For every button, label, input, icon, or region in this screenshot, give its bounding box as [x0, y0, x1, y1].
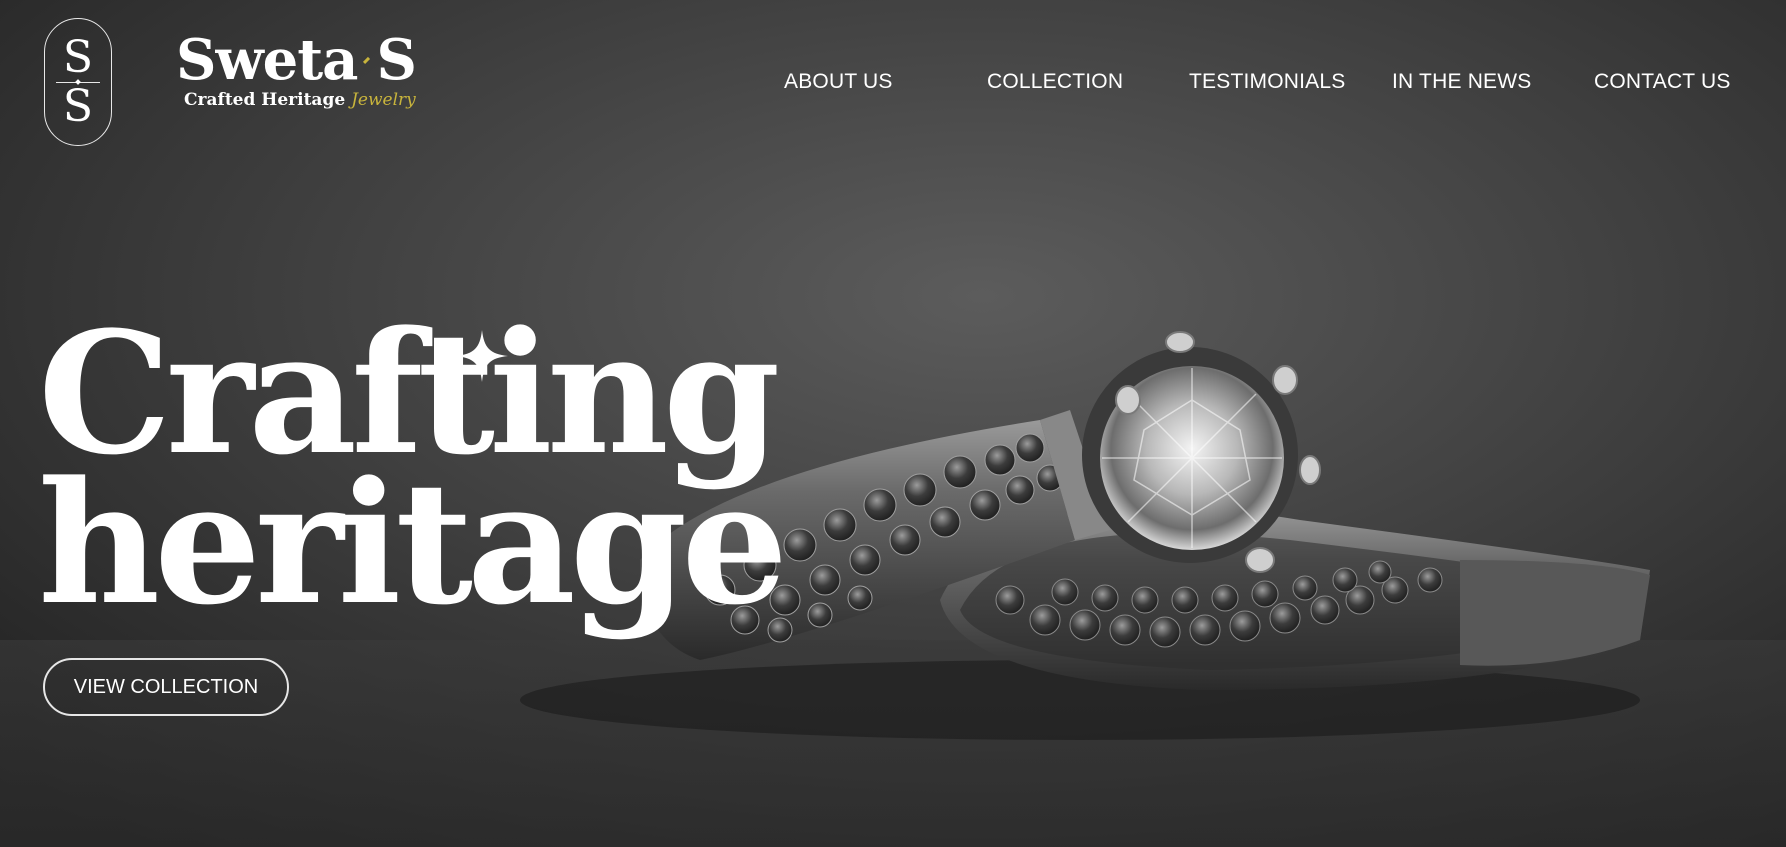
sparkle-icon: [456, 330, 508, 382]
nav-in-the-news[interactable]: IN THE NEWS: [1392, 70, 1532, 94]
hero-section: S S Sweta S Crafted Heritage Jewelry ABO…: [0, 0, 1786, 847]
main-nav: ABOUT US COLLECTION TESTIMONIALS IN THE …: [0, 70, 1786, 100]
nav-about-us[interactable]: ABOUT US: [784, 70, 893, 94]
nav-testimonials[interactable]: TESTIMONIALS: [1189, 70, 1345, 94]
view-collection-button[interactable]: VIEW COLLECTION: [43, 658, 289, 716]
brand-diamond-icon: [363, 56, 371, 64]
hero-headline: Crafting heritage: [38, 309, 788, 642]
nav-collection[interactable]: COLLECTION: [987, 70, 1123, 94]
nav-contact-us[interactable]: CONTACT US: [1594, 70, 1731, 94]
headline-line-2: heritage: [38, 444, 788, 642]
